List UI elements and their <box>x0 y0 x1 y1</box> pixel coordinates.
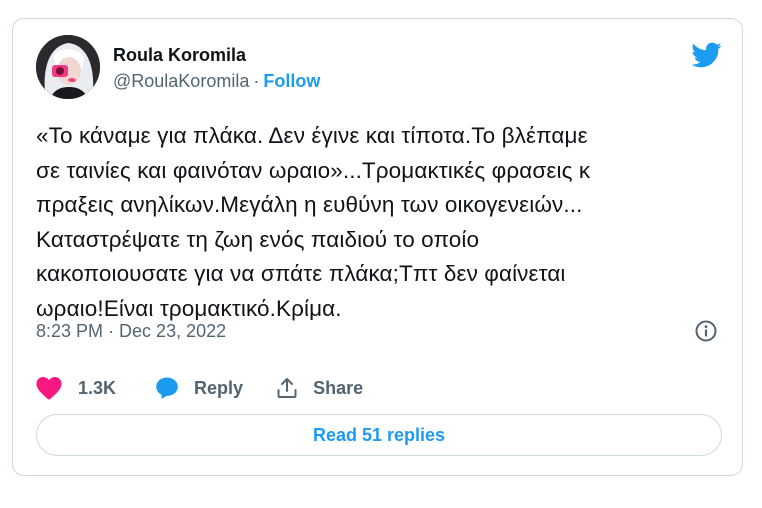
reply-button[interactable]: Reply <box>154 376 243 400</box>
tweet-text: «Το κάναμε για πλάκα. Δεν έγινε και τίπο… <box>36 123 591 321</box>
author-handle-row: @RoulaKoromila · Follow <box>113 71 320 92</box>
reply-label: Reply <box>194 377 244 398</box>
share-upload-icon <box>277 378 297 398</box>
tweet-date[interactable]: Dec 23, 2022 <box>119 321 226 341</box>
author-display-name[interactable]: Roula Koromila <box>113 45 246 66</box>
tweet-timestamp[interactable]: 8:23 PM · Dec 23, 2022 <box>36 321 226 342</box>
action-bar: 1.3K Reply Share <box>36 373 363 403</box>
heart-icon <box>36 377 62 400</box>
separator-dot: · <box>253 71 260 91</box>
speech-bubble-icon <box>156 377 178 399</box>
author-handle[interactable]: @RoulaKoromila <box>113 71 249 91</box>
twitter-bird-icon[interactable] <box>690 39 722 71</box>
like-count: 1.3K <box>78 377 117 398</box>
read-replies-button[interactable]: Read 51 replies <box>36 414 722 456</box>
follow-button[interactable]: Follow <box>263 71 320 91</box>
separator-dot: · <box>108 321 115 341</box>
like-button[interactable]: 1.3K <box>36 376 116 400</box>
avatar[interactable] <box>36 35 100 99</box>
tweet-time[interactable]: 8:23 PM <box>36 321 103 341</box>
share-button[interactable]: Share <box>275 376 363 400</box>
share-label: Share <box>313 377 364 398</box>
info-icon[interactable] <box>694 319 718 343</box>
tweet-card: Roula Koromila @RoulaKoromila · Follow «Το… <box>12 18 743 476</box>
